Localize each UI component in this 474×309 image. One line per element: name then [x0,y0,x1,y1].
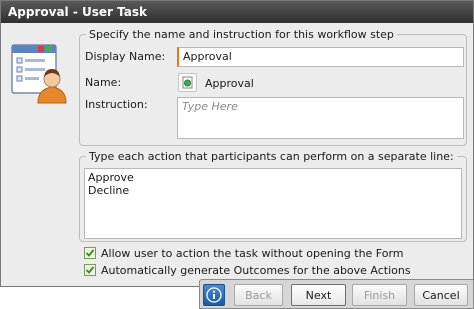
user-task-dialog: Approval - User Task Specify the name an… [0,0,474,287]
auto-generate-checkbox[interactable] [84,264,96,276]
auto-generate-outcomes-option[interactable]: Automatically generate Outcomes for the … [84,263,411,277]
action-line: Approve [88,171,134,184]
allow-action-checkbox[interactable] [84,247,96,259]
workflow-step-icon [178,73,197,92]
step-details-group: Specify the name and instruction for thi… [79,28,467,146]
info-icon [206,287,222,303]
info-button[interactable] [203,284,225,306]
finish-button[interactable]: Finish [352,284,407,306]
name-value: Approval [205,77,254,90]
checkmark-icon [85,249,95,257]
actions-textarea[interactable]: Approve Decline [84,168,462,239]
display-name-label: Display Name: [85,50,166,63]
name-label: Name: [85,76,122,89]
user-task-form-icon [11,44,67,104]
dialog-button-bar: Back Next Finish Cancel [199,279,474,309]
step-details-legend: Specify the name and instruction for thi… [86,28,397,41]
instruction-field[interactable]: Type Here [177,97,464,139]
instruction-label: Instruction: [85,98,148,111]
actions-legend: Type each action that participants can p… [86,150,457,163]
next-button[interactable]: Next [291,284,346,306]
display-name-field[interactable]: Approval [177,47,464,67]
action-line: Decline [88,184,130,197]
cancel-button[interactable]: Cancel [414,284,468,306]
allow-action-without-form-option[interactable]: Allow user to action the task without op… [84,246,404,260]
actions-group: Type each action that participants can p… [79,150,467,242]
dialog-title: Approval - User Task [1,1,473,23]
back-button[interactable]: Back [234,284,283,306]
auto-generate-label: Automatically generate Outcomes for the … [101,263,411,277]
checkmark-icon [85,266,95,274]
allow-action-label: Allow user to action the task without op… [101,246,404,260]
